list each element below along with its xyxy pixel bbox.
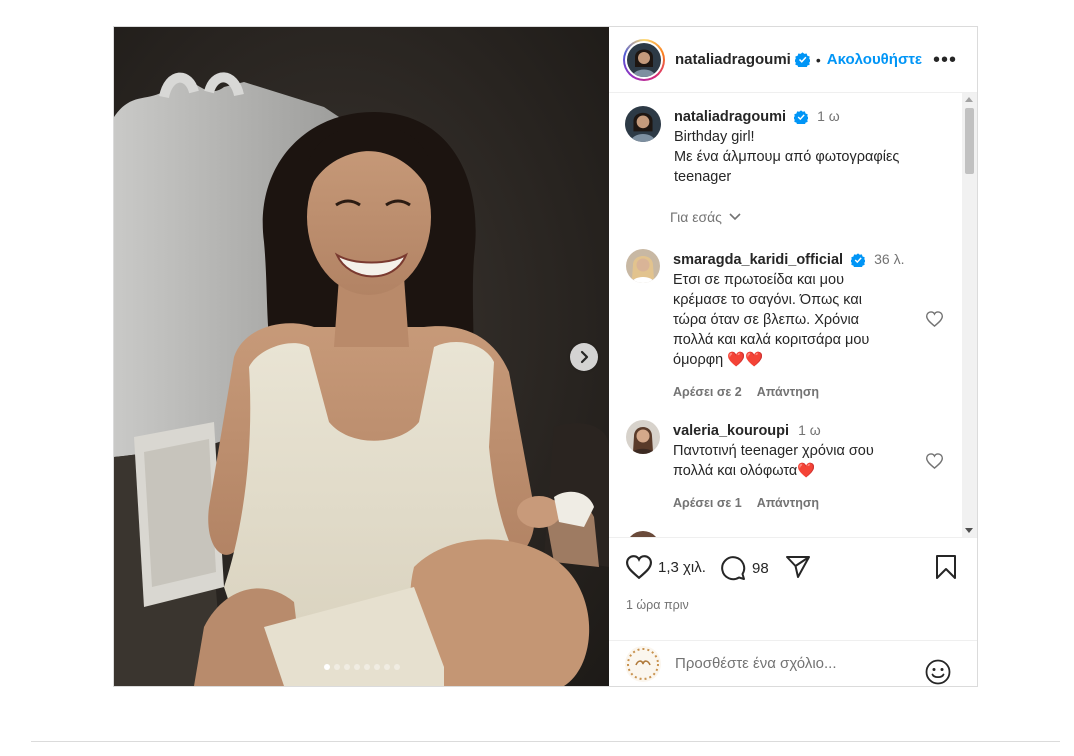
comments-count[interactable]: 98 [752, 560, 769, 577]
carousel-next-button[interactable] [570, 343, 598, 371]
comment-line: όμορφη ❤️❤️ [673, 352, 764, 368]
more-options-icon[interactable]: ••• [933, 49, 957, 72]
scrollbar-thumb[interactable] [965, 108, 974, 174]
caption-avatar[interactable] [625, 106, 661, 142]
comment-username[interactable]: smaragda_karidi_official [673, 252, 843, 268]
commenter-avatar[interactable] [626, 249, 660, 283]
carousel-dot [333, 664, 340, 670]
comment-time: 36 λ. [874, 251, 905, 267]
post-side-panel: nataliadragoumi • Ακολουθήστε ••• natali… [609, 27, 977, 686]
comment-button[interactable]: 98 [720, 555, 769, 581]
comment-line: Παντοτινή teenager χρόνια σου [673, 443, 874, 459]
scroll-up-arrow-icon[interactable] [965, 97, 973, 102]
author-avatar-image [627, 42, 661, 77]
comment-username[interactable]: valeria_kouroupi [673, 423, 789, 439]
for-you-toggle[interactable]: Για εσάς [670, 209, 742, 225]
comment-item: smaragda_karidi_official 36 λ. Ετσι σε π… [626, 249, 923, 402]
comment-bubble-icon [721, 556, 746, 581]
like-comment-heart-icon[interactable] [926, 311, 943, 327]
commenter-avatar[interactable] [626, 420, 660, 454]
carousel-dot [383, 664, 390, 670]
comment-line: πολλά και καλά κοριτσάρα μου [673, 332, 870, 348]
carousel-dot [343, 664, 350, 670]
comments-list[interactable]: nataliadragoumi 1 ω Birthday girl! Με έν… [609, 93, 977, 537]
posted-time: 1 ώρα πριν [626, 598, 689, 612]
chevron-down-icon [729, 213, 741, 221]
scroll-down-arrow-icon[interactable] [965, 528, 973, 533]
comment-meta: Αρέσει σε 2 Απάντηση [673, 382, 923, 402]
caption-username[interactable]: nataliadragoumi [674, 109, 786, 125]
post-media[interactable] [114, 27, 609, 686]
likes-count[interactable]: 1,3 χιλ. [658, 559, 706, 576]
follow-button[interactable]: Ακολουθήστε [827, 51, 922, 68]
instagram-post: nataliadragoumi • Ακολουθήστε ••• natali… [113, 26, 978, 687]
caption-line: Birthday girl! [674, 129, 755, 145]
post-caption: nataliadragoumi 1 ω Birthday girl! Με έν… [625, 106, 899, 187]
author-username[interactable]: nataliadragoumi [675, 51, 791, 68]
comment-meta: Αρέσει σε 1 Απάντηση [673, 493, 923, 513]
header-separator: • [815, 51, 821, 68]
post-actions: 1,3 χιλ. 98 [609, 537, 977, 598]
chevron-right-icon [580, 350, 589, 364]
current-user-avatar [625, 645, 661, 682]
post-header: nataliadragoumi • Ακολουθήστε ••• [609, 27, 977, 93]
carousel-dot [323, 664, 330, 670]
page-divider [31, 741, 1060, 742]
like-comment-heart-icon[interactable] [926, 453, 943, 469]
save-button[interactable] [935, 555, 957, 579]
carousel-dot [363, 664, 370, 670]
bookmark-icon [936, 555, 956, 579]
share-paper-plane-icon [786, 556, 810, 578]
comment-likes[interactable]: Αρέσει σε 1 [673, 496, 742, 510]
emoji-smiley-icon[interactable] [925, 659, 951, 685]
heart-icon [626, 555, 652, 579]
comment-line: τώρα όταν σε βλεπω. Χρόνια [673, 312, 860, 328]
carousel-dot [373, 664, 380, 670]
carousel-pagination [114, 664, 609, 670]
carousel-dot [393, 664, 400, 670]
reply-button[interactable]: Απάντηση [757, 385, 819, 399]
author-avatar[interactable] [623, 38, 665, 81]
caption-line: teenager [674, 169, 732, 185]
reply-button[interactable]: Απάντηση [757, 496, 819, 510]
post-photo [114, 27, 609, 686]
comment-line: κρέμασε το σαγόνι. Όπως και [673, 292, 862, 308]
comment-line: πολλά και ολόφωτα❤️ [673, 463, 816, 479]
comments-scrollbar[interactable] [962, 93, 977, 537]
caption-line: Με ένα άλμπουμ από φωτογραφίες [674, 149, 900, 165]
share-button[interactable] [785, 555, 811, 579]
comment-input[interactable]: Προσθέστε ένα σχόλιο... [675, 655, 837, 672]
caption-time: 1 ω [817, 108, 840, 124]
for-you-label: Για εσάς [670, 209, 722, 225]
verified-badge-icon [794, 110, 809, 125]
comment-line: Ετσι σε πρωτοείδα και μου [673, 272, 845, 288]
add-comment-bar: Προσθέστε ένα σχόλιο... [609, 640, 977, 686]
comment-time: 1 ω [798, 422, 821, 438]
comment-likes[interactable]: Αρέσει σε 2 [673, 385, 742, 399]
verified-badge-icon [851, 253, 866, 268]
comment-item: valeria_kouroupi 1 ω Παντοτινή teenager … [626, 420, 923, 513]
carousel-dot [353, 664, 360, 670]
like-button[interactable]: 1,3 χιλ. [626, 555, 706, 579]
verified-badge-icon [794, 52, 810, 67]
